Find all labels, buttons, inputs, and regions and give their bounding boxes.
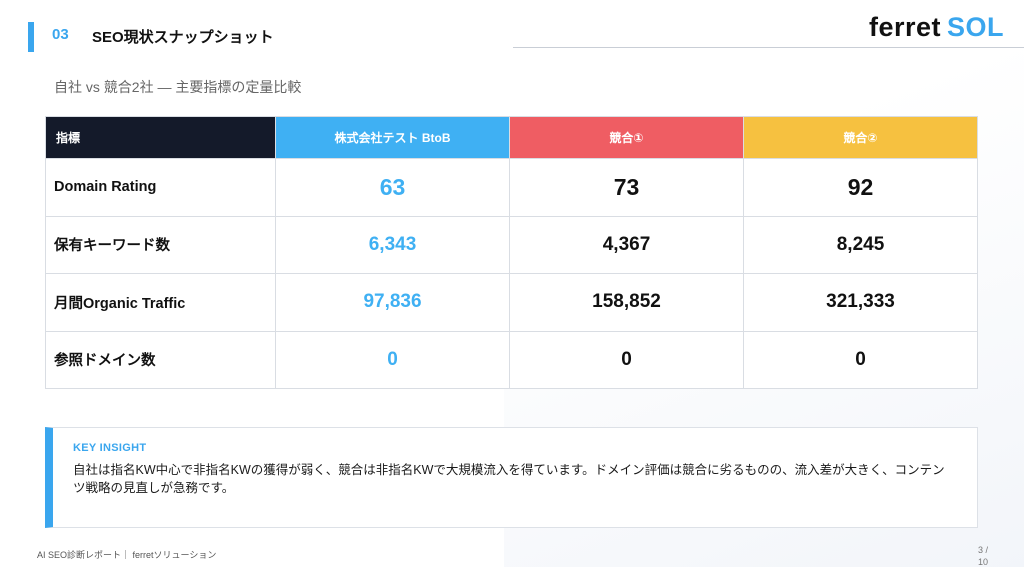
cell-competitor-2-value: 321,333: [743, 273, 978, 332]
row-label: Domain Rating: [45, 158, 276, 217]
cell-competitor-2-value: 8,245: [743, 215, 978, 274]
logo-text-sol: SOL: [946, 12, 1004, 42]
row-label: 参照ドメイン数: [45, 330, 276, 389]
cell-competitor-1-value: 4,367: [509, 215, 744, 274]
footer-text: AI SEO診断レポート｜ ferretソリューション: [37, 550, 217, 560]
page-subtitle: 自社 vs 競合2社 — 主要指標の定量比較: [54, 79, 302, 95]
cell-competitor-1-value: 73: [509, 158, 744, 217]
header-own-company: 株式会社テスト BtoB: [275, 116, 510, 159]
header-metric: 指標: [45, 116, 276, 159]
cell-own-value: 0: [275, 330, 510, 389]
insight-title: KEY INSIGHT: [73, 442, 147, 454]
logo-text-ferret: ferret: [868, 12, 941, 42]
row-label: 保有キーワード数: [45, 215, 276, 274]
cell-competitor-2-value: 92: [743, 158, 978, 217]
header-competitor-1: 競合①: [509, 116, 744, 159]
cell-own-value: 97,836: [275, 273, 510, 332]
insight-text: 自社は指名KW中心で非指名KWの獲得が弱く、競合は非指名KWで大規模流入を得てい…: [73, 463, 945, 495]
header-competitor-2: 競合②: [743, 116, 978, 159]
ferret-sol-logo: ferret SOL: [869, 12, 1004, 42]
section-number: 03: [52, 26, 69, 43]
key-insight-box: KEY INSIGHT 自社は指名KW中心で非指名KWの獲得が弱く、競合は非指名…: [45, 427, 978, 528]
table-row: Domain Rating 63 73 92: [45, 158, 978, 217]
table-row: 参照ドメイン数 0 0 0: [45, 330, 978, 389]
table-header-row: 指標 株式会社テスト BtoB 競合① 競合②: [45, 116, 978, 159]
section-accent-bar: [28, 22, 34, 52]
table-row: 月間Organic Traffic 97,836 158,852 321,333: [45, 273, 978, 332]
cell-competitor-1-value: 0: [509, 330, 744, 389]
row-label: 月間Organic Traffic: [45, 273, 276, 332]
cell-own-value: 6,343: [275, 215, 510, 274]
cell-competitor-2-value: 0: [743, 330, 978, 389]
page-total: 10: [977, 557, 988, 567]
comparison-table: 指標 株式会社テスト BtoB 競合① 競合② Domain Rating 63…: [45, 116, 978, 389]
cell-own-value: 63: [275, 158, 510, 217]
page-current: 3 /: [977, 545, 988, 555]
cell-competitor-1-value: 158,852: [509, 273, 744, 332]
page-title: SEO現状スナップショット: [92, 29, 274, 46]
table-row: 保有キーワード数 6,343 4,367 8,245: [45, 215, 978, 274]
header-divider: [513, 47, 1024, 48]
page-number: 3 / 10: [978, 544, 988, 567]
